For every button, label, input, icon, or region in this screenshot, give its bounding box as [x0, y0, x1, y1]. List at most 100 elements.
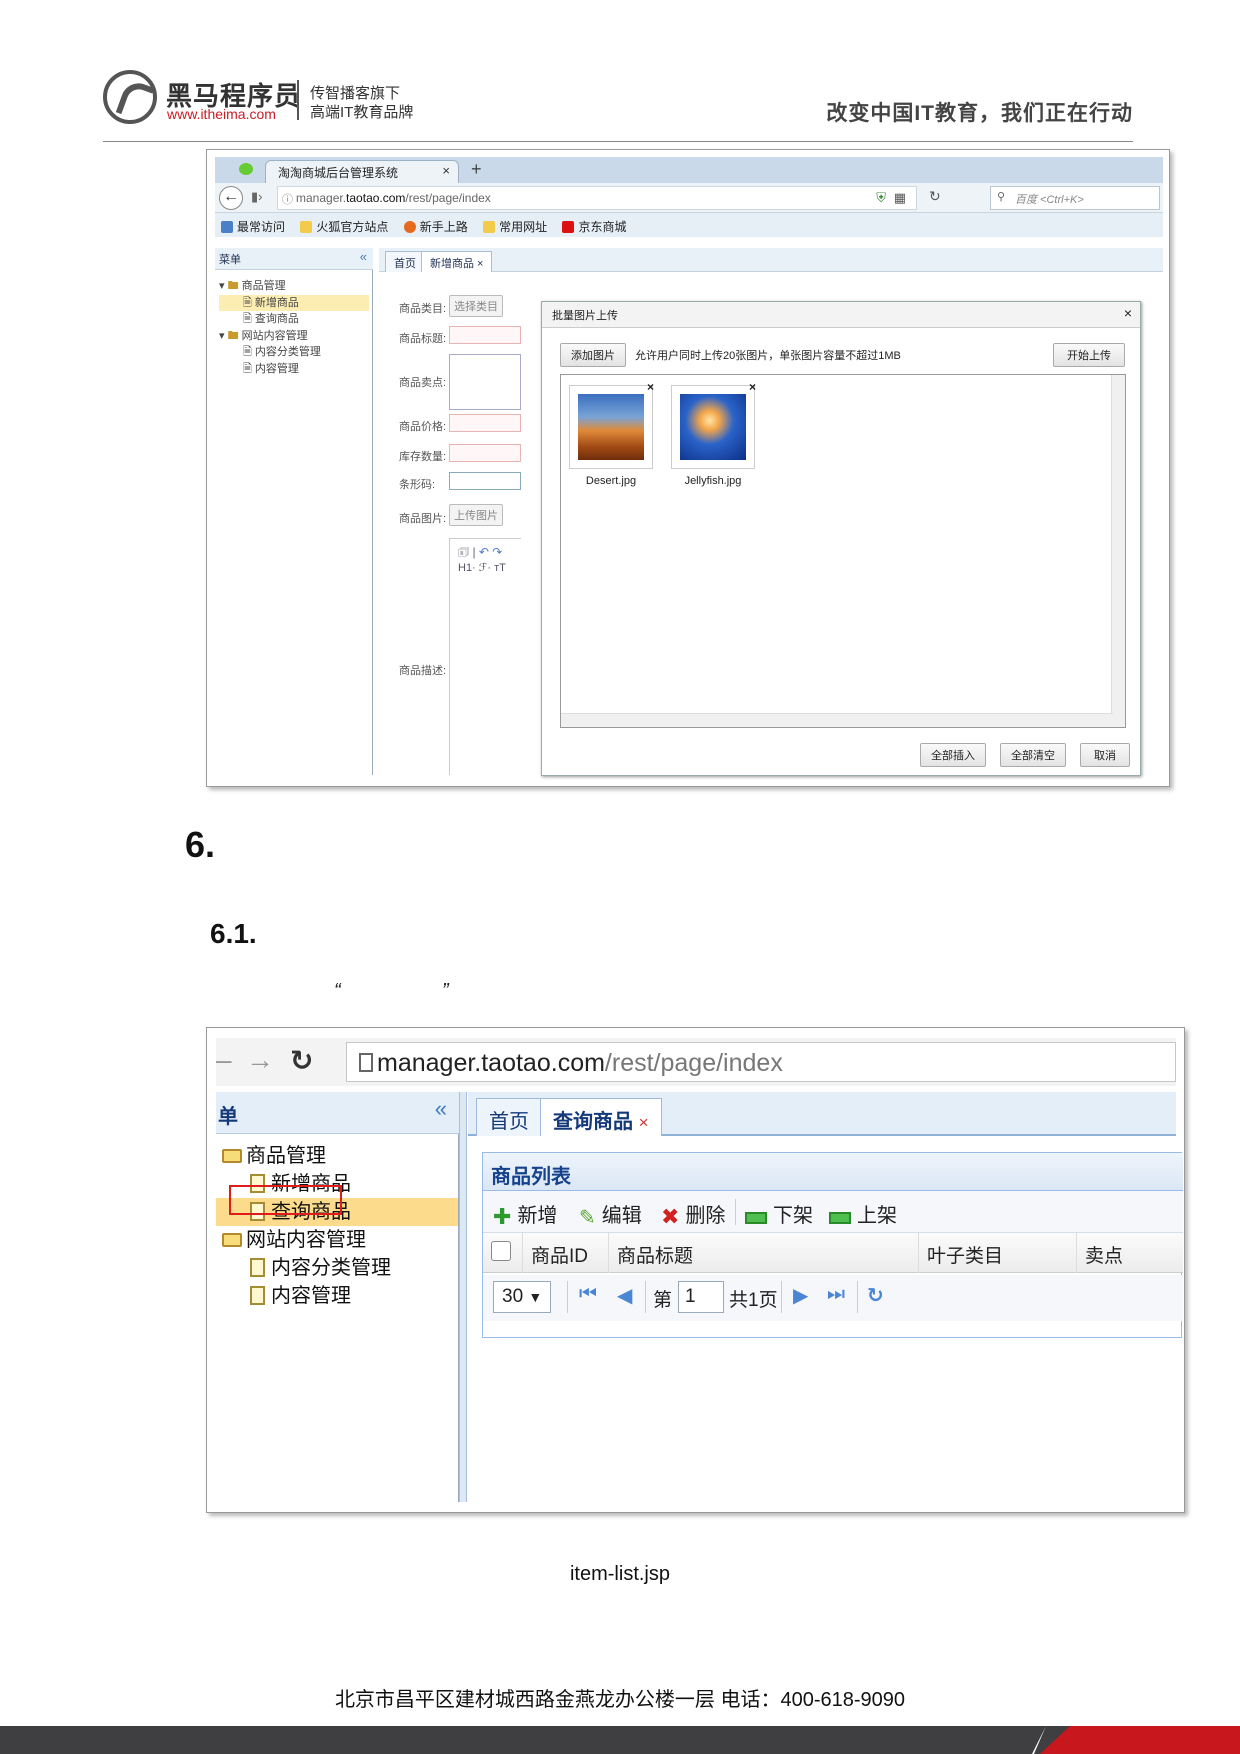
file-name: Jellyfish.jpg [684, 475, 742, 487]
first-page-icon[interactable]: ⏮ [579, 1283, 597, 1306]
url-text: manager.taotao.com/rest/page/index [377, 1049, 783, 1077]
folder-icon [300, 221, 313, 233]
remove-image-icon[interactable]: × [647, 380, 654, 394]
search-field[interactable]: ⚲ 百度 <Ctrl+K> [990, 186, 1160, 210]
refresh-icon[interactable]: ↻ [867, 1283, 884, 1308]
search-icon: ⚲ [997, 191, 1006, 203]
column-header-id[interactable]: 商品ID [523, 1233, 609, 1273]
pager-separator [781, 1281, 782, 1313]
delete-button[interactable]: ✖ 删除 [661, 1199, 725, 1230]
bookmark-icon [221, 221, 233, 233]
bookmarks-bar: 最常访问 火狐官方站点 新手上路 常用网址 京东商城 [215, 213, 1163, 237]
last-page-icon[interactable]: ⏭ [827, 1283, 845, 1306]
unshelve-icon [745, 1212, 767, 1224]
tree-node-site-content[interactable]: ▾ 🖿 网站内容管理 [219, 328, 369, 345]
dialog-box: 批量图片上传 × 添加图片 允许用户同时上传20张图片，单张图片容量不超过1MB… [541, 301, 1141, 776]
edit-button[interactable]: ✎ 编辑 [579, 1199, 642, 1230]
start-upload-button[interactable]: 开始上传 [1053, 343, 1125, 367]
remove-image-icon[interactable]: × [749, 380, 756, 394]
close-icon[interactable]: × [1124, 305, 1132, 321]
tree-node-goods[interactable]: ▾ 🖿 商品管理 [219, 278, 369, 295]
collapse-icon[interactable]: « [435, 1096, 447, 1122]
url-text: manager.taotao.com/rest/page/index [296, 191, 491, 205]
price-input[interactable] [449, 414, 521, 432]
image-thumb-desert[interactable]: × [569, 380, 654, 469]
upload-image-button[interactable]: 上传图片 [449, 504, 503, 526]
select-all-checkbox[interactable] [491, 1241, 511, 1261]
clear-all-button[interactable]: 全部清空 [1000, 743, 1066, 767]
tree-node-site-content[interactable]: 网站内容管理 [222, 1226, 458, 1254]
section-heading: 6. [185, 824, 216, 865]
browser-tab-bar: 淘淘商城后台管理系统 × + [215, 157, 1163, 184]
back-icon[interactable]: – [216, 1044, 232, 1076]
bookmark-item[interactable]: 京东商城 [562, 220, 626, 234]
address-bar: ← ▮› ⓘ manager.taotao.com/rest/page/inde… [215, 183, 1163, 213]
sidebar-splitter[interactable] [459, 1092, 467, 1502]
qr-code-icon[interactable]: ▦ [894, 190, 906, 206]
column-header-category[interactable]: 叶子类目 [919, 1233, 1077, 1273]
footer-accent [1040, 1726, 1240, 1754]
tab-query-item[interactable]: 查询商品 × [540, 1098, 662, 1136]
column-header-sell-point[interactable]: 卖点 [1077, 1233, 1183, 1273]
editor-toolbar-row2[interactable]: H1· ℱ· ᴛT [458, 561, 506, 574]
prev-page-icon[interactable]: ◀ [617, 1283, 632, 1308]
bookmark-item[interactable]: 常用网址 [483, 220, 547, 234]
toolbar-separator [735, 1199, 736, 1225]
browser-tab-title: 淘淘商城后台管理系统 [278, 166, 399, 180]
tab-home[interactable]: 首页 [476, 1098, 542, 1136]
collapse-icon[interactable]: « [360, 249, 367, 264]
bookmark-item[interactable]: 最常访问 [221, 220, 285, 234]
tab-add-item[interactable]: 新增商品 × [421, 251, 493, 272]
upload-note: 允许用户同时上传20张图片，单张图片容量不超过1MB [635, 350, 901, 362]
tab-close-icon[interactable]: × [639, 1113, 649, 1132]
page-number-input[interactable]: 1 [678, 1281, 724, 1313]
folder-icon [222, 1149, 242, 1163]
sidebar-header: 单 « [216, 1092, 459, 1134]
next-page-icon[interactable]: ▶ [793, 1283, 808, 1308]
label-barcode: 条形码: [399, 479, 436, 491]
tab-home[interactable]: 首页 [385, 251, 425, 272]
document-icon [250, 1258, 265, 1277]
vertical-scrollbar[interactable] [1111, 375, 1125, 727]
reload-icon[interactable]: ↻ [929, 188, 941, 205]
stock-input[interactable] [449, 444, 521, 462]
tree-node-content[interactable]: 内容管理 [222, 1282, 458, 1310]
rich-editor[interactable]: 🗊 | ↶ ↷ H1· ℱ· ᴛT [449, 538, 521, 775]
browser-tab[interactable]: 淘淘商城后台管理系统 × [265, 160, 459, 184]
add-image-button[interactable]: 添加图片 [560, 343, 626, 367]
page-size-select[interactable]: 30 ▼ [493, 1281, 551, 1313]
url-field[interactable]: ⓘ manager.taotao.com/rest/page/index ⛨ ▦ [277, 186, 917, 210]
tree-node-query-item[interactable]: 🗎 查询商品 [219, 311, 369, 328]
column-header-title[interactable]: 商品标题 [609, 1233, 919, 1273]
slogan-line-2: 高端IT教育品牌 [310, 104, 414, 121]
bookmark-item[interactable]: 火狐官方站点 [300, 220, 388, 234]
page-prefix: 第 [653, 1290, 673, 1311]
tree-node-content-category[interactable]: 内容分类管理 [222, 1254, 458, 1282]
unshelve-button[interactable]: 下架 [745, 1199, 813, 1228]
horizontal-scrollbar[interactable] [561, 713, 1113, 727]
header-motto: 改变中国IT教育，我们正在行动 [826, 102, 1133, 125]
sidebar-title: 菜单 [219, 254, 241, 266]
tree-node-content[interactable]: 🗎 内容管理 [219, 361, 369, 378]
sell-point-textarea[interactable] [449, 354, 521, 410]
select-category-button[interactable]: 选择类目 [449, 295, 503, 317]
tree-node-content-category[interactable]: 🗎 内容分类管理 [219, 344, 369, 361]
bookmark-item[interactable]: 新手上路 [403, 220, 468, 234]
tab-close-icon[interactable]: × [442, 163, 450, 178]
barcode-input[interactable] [449, 472, 521, 490]
shelve-button[interactable]: 上架 [829, 1199, 897, 1228]
tree-node-add-item[interactable]: 🗎 新增商品 [219, 294, 369, 311]
title-input[interactable] [449, 326, 521, 344]
add-button[interactable]: ✚ 新增 [493, 1199, 557, 1230]
new-tab-button[interactable]: + [471, 159, 482, 180]
image-thumb-jellyfish[interactable]: × [671, 380, 756, 469]
reload-icon[interactable]: ↻ [290, 1044, 313, 1077]
insert-all-button[interactable]: 全部插入 [920, 743, 986, 767]
tree-node-goods[interactable]: 商品管理 [222, 1142, 458, 1170]
url-field[interactable]: manager.taotao.com/rest/page/index [346, 1042, 1176, 1082]
sidebar-header: 菜单 « [215, 248, 373, 270]
back-button[interactable]: ← [219, 186, 243, 210]
forward-icon[interactable]: → [246, 1044, 274, 1076]
label-price: 商品价格: [399, 421, 447, 433]
cancel-button[interactable]: 取消 [1080, 743, 1130, 767]
